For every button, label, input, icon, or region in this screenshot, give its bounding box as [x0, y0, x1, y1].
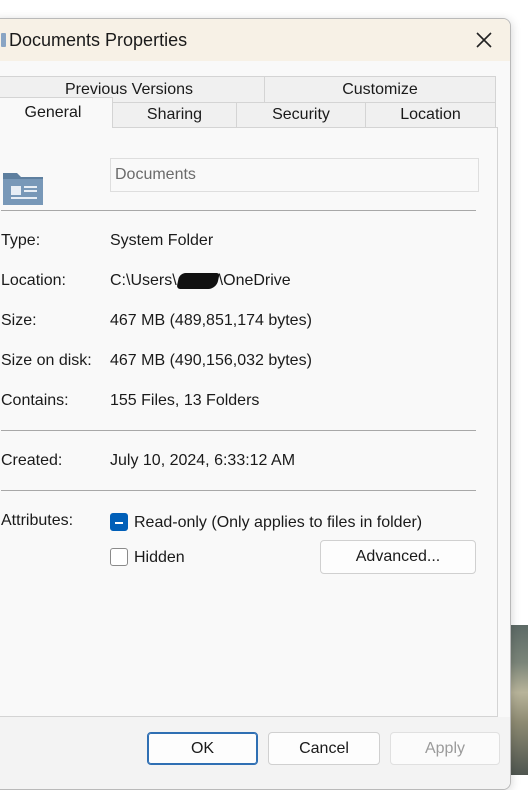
- cancel-button[interactable]: Cancel: [268, 732, 380, 765]
- redaction-mark: [175, 272, 220, 289]
- tab-general[interactable]: General: [0, 97, 113, 128]
- location-label: Location:: [1, 272, 66, 289]
- ok-button[interactable]: OK: [147, 732, 258, 765]
- contains-label: Contains:: [1, 392, 69, 409]
- divider: [1, 490, 476, 491]
- tab-sharing[interactable]: Sharing: [112, 102, 237, 128]
- hidden-checkbox[interactable]: [110, 548, 128, 566]
- type-value: System Folder: [110, 232, 214, 249]
- created-value: July 10, 2024, 6:33:12 AM: [110, 452, 296, 469]
- tab-security[interactable]: Security: [236, 102, 366, 128]
- tab-customize[interactable]: Customize: [264, 76, 496, 103]
- readonly-checkbox[interactable]: [110, 513, 128, 531]
- created-label: Created:: [1, 452, 63, 469]
- properties-dialog: Documents Properties Previous Versions C…: [0, 18, 511, 790]
- attributes-label: Attributes:: [1, 512, 74, 529]
- size-value: 467 MB (489,851,174 bytes): [110, 312, 312, 329]
- location-value: C:\Users\ \OneDrive: [110, 272, 291, 289]
- close-icon: [476, 32, 492, 48]
- title-bar[interactable]: Documents Properties: [0, 19, 510, 61]
- documents-folder-icon: [3, 173, 43, 205]
- size-on-disk-label: Size on disk:: [1, 352, 92, 369]
- window-title: Documents Properties: [9, 30, 188, 50]
- window-folder-icon: [1, 33, 6, 47]
- general-panel: [0, 127, 498, 717]
- advanced-button[interactable]: Advanced...: [320, 540, 476, 574]
- tab-location[interactable]: Location: [365, 102, 496, 128]
- close-button[interactable]: [458, 19, 510, 61]
- divider: [1, 430, 476, 431]
- type-label: Type:: [1, 232, 41, 249]
- size-on-disk-value: 467 MB (490,156,032 bytes): [110, 352, 312, 369]
- divider: [1, 210, 476, 211]
- contains-value: 155 Files, 13 Folders: [110, 392, 260, 409]
- folder-name-input[interactable]: [110, 158, 479, 192]
- hidden-label: Hidden: [134, 549, 185, 566]
- apply-button[interactable]: Apply: [390, 732, 500, 765]
- readonly-label: Read-only (Only applies to files in fold…: [134, 514, 423, 531]
- size-label: Size:: [1, 312, 37, 329]
